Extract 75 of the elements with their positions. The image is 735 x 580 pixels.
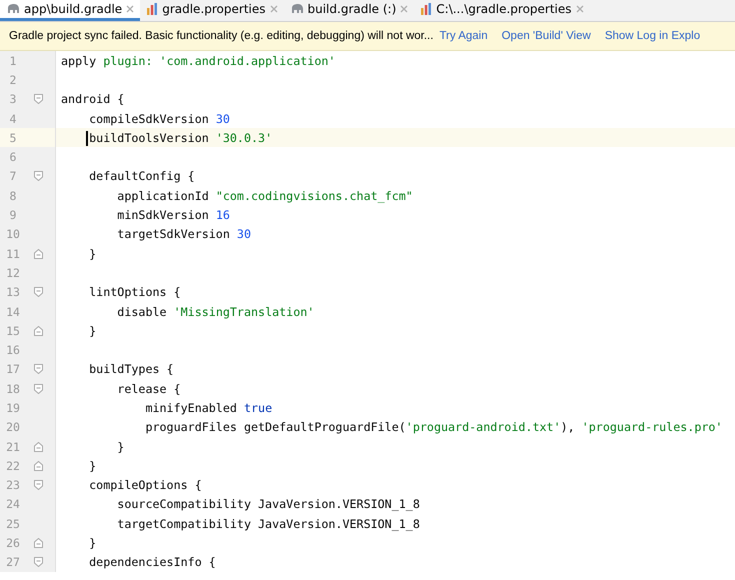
line-number: 4 (8, 112, 18, 126)
fold-icon[interactable] (34, 442, 43, 452)
code-line: targetSdkVersion 30 (116, 227, 251, 242)
line-number: 2 (8, 72, 18, 87)
editor-tab[interactable]: app\build.gradle (0, 0, 140, 21)
code-line: sourceCompatibility JavaVersion.VERSION_1_8 (116, 497, 420, 512)
line-number: 25 (5, 516, 21, 531)
line-number: 12 (5, 266, 21, 280)
banner-link[interactable]: Try Again (439, 30, 488, 42)
line-number: 15 (5, 324, 21, 338)
line-number: 16 (5, 343, 21, 358)
editor-tab[interactable]: build.gradle (:) (284, 0, 414, 21)
bar-chart-icon (146, 3, 158, 15)
line-number: 6 (8, 150, 18, 164)
line-number: 9 (8, 208, 18, 222)
line-number: 18 (5, 382, 21, 396)
code-line: } (116, 440, 124, 454)
line-number: 19 (5, 400, 21, 415)
code-line: proguardFiles getDefaultProguardFile('proguard-android.txt'), 'proguard-rules.pro' (144, 420, 722, 434)
code-line: android { (60, 92, 124, 106)
code-line: disable 'MissingTranslation' (116, 304, 314, 318)
bar-chart-icon (420, 3, 432, 15)
text-caret (86, 130, 88, 146)
code-line: } (88, 246, 96, 261)
code-line: } (88, 458, 96, 473)
fold-icon[interactable] (34, 557, 43, 568)
line-number: 22 (5, 458, 21, 473)
fold-icon[interactable] (34, 171, 43, 182)
line-number: 5 (8, 130, 18, 145)
code-line: apply plugin: 'com.android.application' (60, 54, 336, 68)
line-number: 27 (5, 555, 21, 570)
fold-icon[interactable] (34, 94, 43, 104)
line-number: 21 (5, 440, 21, 454)
banner-link[interactable]: Open 'Build' View (502, 30, 591, 42)
code-line: buildToolsVersion '30.0.3' (56, 130, 272, 145)
code-line: compileSdkVersion 30 (88, 112, 230, 126)
line-number: 3 (8, 92, 18, 106)
line-number: 8 (8, 188, 18, 203)
line-number: 10 (5, 227, 21, 242)
code-line: minifyEnabled true (144, 400, 272, 415)
line-number: 13 (5, 285, 21, 300)
code-line: } (88, 324, 96, 338)
code-line: minSdkVersion 16 (116, 208, 230, 222)
editor-tab[interactable]: C:\...\gradle.properties (414, 0, 590, 21)
fold-icon[interactable] (34, 460, 43, 471)
fold-icon[interactable] (34, 480, 43, 490)
elephant-icon (6, 3, 20, 15)
line-number: 23 (5, 478, 21, 492)
line-number: 26 (5, 536, 21, 550)
line-number: 1 (8, 54, 18, 68)
code-line: dependenciesInfo { (88, 555, 216, 570)
fold-icon[interactable] (34, 364, 43, 374)
fold-icon[interactable] (34, 326, 43, 336)
code-line: defaultConfig { (88, 169, 195, 184)
code-line: applicationId "com.codingvisions.chat_fcm" (116, 188, 413, 203)
line-number: 14 (5, 304, 21, 318)
code-line: } (88, 536, 96, 550)
code-line: targetCompatibility JavaVersion.VERSION_1_8 (116, 516, 420, 531)
fold-icon[interactable] (34, 248, 43, 259)
code-line: lintOptions { (88, 285, 181, 300)
line-number: 7 (8, 169, 18, 184)
sync-failed-message: Gradle project sync failed. Basic functionality (e.g. editing, debugging) will not wor... (9, 30, 434, 42)
fold-icon[interactable] (34, 538, 43, 548)
line-number: 11 (5, 246, 21, 261)
fold-icon[interactable] (34, 287, 43, 298)
elephant-icon (290, 3, 304, 15)
editor-tab[interactable]: gradle.properties (140, 0, 284, 21)
line-number: 24 (5, 497, 21, 512)
code-line: release { (116, 382, 181, 396)
fold-icon[interactable] (34, 384, 43, 394)
line-number: 17 (5, 362, 21, 376)
code-line: compileOptions { (88, 478, 202, 492)
banner-link[interactable]: Show Log in Explo (604, 30, 700, 42)
code-line: buildTypes { (88, 362, 174, 376)
line-number: 20 (5, 420, 21, 434)
